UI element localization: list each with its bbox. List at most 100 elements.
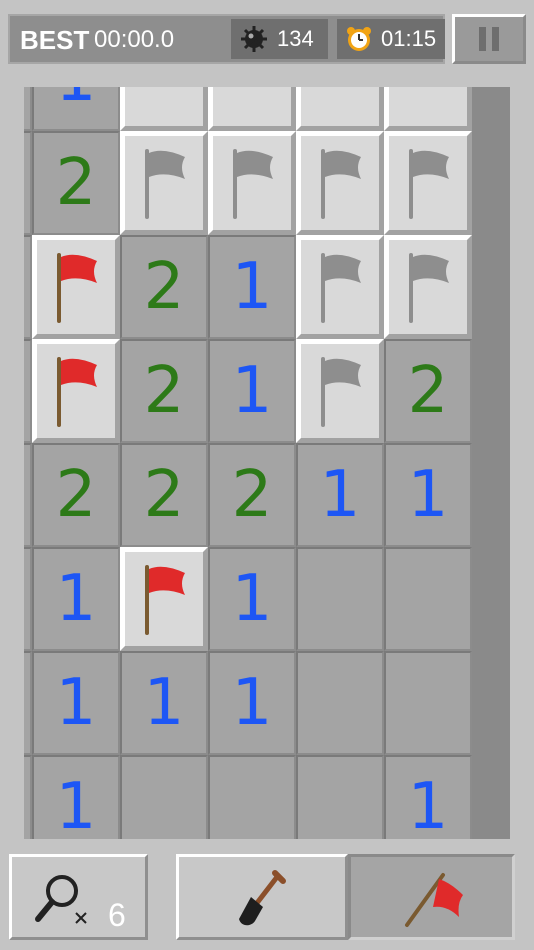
mine-count-number: 2 [24, 255, 30, 319]
open-cell[interactable] [120, 755, 208, 839]
mine-count-number: 1 [55, 666, 97, 740]
open-cell[interactable]: 2 [24, 339, 32, 443]
hint-button[interactable]: 6 [9, 854, 148, 940]
open-cell[interactable]: 1 [32, 651, 120, 755]
mine-count-number: 2 [143, 458, 185, 532]
unopened-cell[interactable] [384, 87, 472, 131]
pending-flag-cell[interactable] [296, 235, 384, 339]
flagged-cell[interactable] [120, 547, 208, 651]
minefield[interactable]: 11222122121222111111111211 [24, 87, 510, 839]
mine-count-number: 1 [24, 567, 30, 631]
open-cell[interactable]: 1 [296, 443, 384, 547]
flag-icon [145, 565, 185, 635]
flagged-cell[interactable] [32, 339, 120, 443]
open-cell[interactable]: 2 [208, 443, 296, 547]
shovel-icon [239, 870, 286, 926]
mine-count-number: 1 [34, 87, 118, 111]
open-cell[interactable]: 2 [120, 235, 208, 339]
flagged-cell[interactable] [32, 235, 120, 339]
gray-flag-icon [233, 149, 273, 219]
elapsed-time: 01:15 [381, 26, 437, 51]
open-cell[interactable]: 1 [24, 131, 32, 235]
mine-count-number: 2 [143, 250, 185, 324]
open-cell[interactable]: 1 [208, 547, 296, 651]
mine-icon [241, 26, 267, 52]
pending-flag-cell[interactable] [120, 131, 208, 235]
open-cell[interactable] [296, 651, 384, 755]
gray-flag-icon [409, 253, 449, 323]
gray-flag-icon [321, 253, 361, 323]
open-cell[interactable]: 2 [24, 235, 32, 339]
hint-count: 6 [108, 897, 126, 933]
gray-flag-icon [321, 357, 361, 427]
unopened-cell[interactable] [120, 87, 208, 131]
mine-count-number: 2 [143, 354, 185, 428]
mine-count-number: 1 [231, 562, 273, 636]
status-bar: BEST 00:00.0 134 01:15 [8, 14, 445, 64]
open-cell[interactable] [296, 547, 384, 651]
open-cell[interactable]: 1 [208, 339, 296, 443]
open-cell[interactable]: 2 [32, 443, 120, 547]
best-label: BEST [20, 25, 90, 55]
flag-icon [57, 253, 97, 323]
open-cell[interactable]: 2 [384, 339, 472, 443]
open-cell[interactable]: 2 [120, 443, 208, 547]
open-cell[interactable]: 1 [24, 443, 32, 547]
unopened-cell[interactable] [296, 87, 384, 131]
gray-flag-icon [145, 149, 185, 219]
mine-count-number: 2 [24, 359, 30, 423]
open-cell[interactable] [208, 755, 296, 839]
gray-flag-icon [321, 149, 361, 219]
mine-count-number: 1 [55, 562, 97, 636]
open-cell[interactable]: 2 [120, 339, 208, 443]
mine-count-number: 1 [143, 666, 185, 740]
mine-count-number: 1 [55, 770, 97, 839]
alarm-clock-icon [347, 27, 371, 51]
mine-count-number: 2 [55, 458, 97, 532]
timer: 01:15 [337, 19, 445, 59]
mine-count-number: 1 [231, 666, 273, 740]
open-cell[interactable] [384, 651, 472, 755]
open-cell[interactable] [24, 87, 32, 131]
open-cell[interactable]: 1 [32, 87, 120, 131]
unopened-cell[interactable] [208, 87, 296, 131]
flag-icon [57, 357, 97, 427]
open-cell[interactable]: 1 [208, 235, 296, 339]
mine-count-number: 1 [231, 354, 273, 428]
pending-flag-cell[interactable] [384, 235, 472, 339]
mine-count-number: 1 [407, 458, 449, 532]
open-cell[interactable]: 1 [32, 547, 120, 651]
mines-count: 134 [277, 26, 314, 51]
pending-flag-cell[interactable] [384, 131, 472, 235]
mine-count-number: 1 [24, 463, 30, 527]
mine-count-number: 1 [319, 458, 361, 532]
dig-mode-button[interactable] [176, 854, 348, 940]
mines-counter: 134 [231, 19, 328, 59]
mine-count-number: 2 [24, 775, 30, 839]
open-cell[interactable]: 1 [24, 547, 32, 651]
open-cell[interactable]: 2 [24, 755, 32, 839]
mine-count-number: 2 [55, 146, 97, 220]
mine-count-number: 1 [407, 770, 449, 839]
pending-flag-cell[interactable] [296, 131, 384, 235]
pause-button[interactable] [452, 14, 526, 64]
open-cell[interactable]: 1 [120, 651, 208, 755]
open-cell[interactable]: 1 [384, 443, 472, 547]
gray-flag-icon [409, 149, 449, 219]
open-cell[interactable] [296, 755, 384, 839]
open-cell[interactable]: 1 [24, 651, 32, 755]
pause-icon [479, 27, 486, 51]
open-cell[interactable]: 1 [32, 755, 120, 839]
mine-count-number: 1 [24, 671, 30, 735]
open-cell[interactable] [384, 547, 472, 651]
open-cell[interactable]: 1 [384, 755, 472, 839]
flag-icon [405, 873, 463, 927]
mine-count-number: 1 [231, 250, 273, 324]
pending-flag-cell[interactable] [296, 339, 384, 443]
open-cell[interactable]: 1 [208, 651, 296, 755]
pending-flag-cell[interactable] [208, 131, 296, 235]
best-time: 00:00.0 [94, 26, 175, 53]
mine-count-number: 2 [407, 354, 449, 428]
flag-mode-button[interactable] [348, 854, 515, 940]
open-cell[interactable]: 2 [32, 131, 120, 235]
